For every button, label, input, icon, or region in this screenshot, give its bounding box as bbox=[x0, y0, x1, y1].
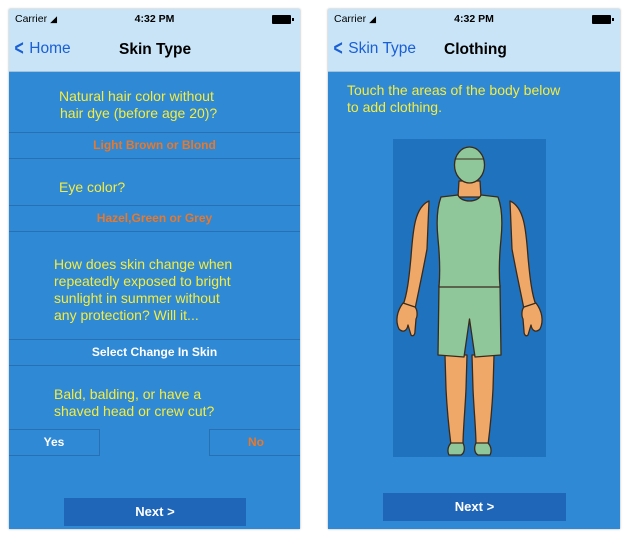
clothing-screen: Carrier ◢ 4:32 PM < Skin Type Clothing To… bbox=[328, 9, 620, 529]
clothing-instruction: Touch the areas of the body below to add… bbox=[347, 82, 620, 116]
question-line: shaved head or crew cut? bbox=[54, 403, 215, 419]
question-line: hair dye (before age 20)? bbox=[60, 105, 218, 121]
chevron-left-icon: < bbox=[14, 37, 24, 60]
back-button[interactable]: < Skin Type bbox=[332, 37, 417, 60]
question-line: How does skin change when bbox=[54, 256, 233, 272]
question-line: repeatedly exposed to bright bbox=[54, 273, 231, 289]
back-label: Skin Type bbox=[348, 40, 417, 57]
body-figure[interactable] bbox=[393, 139, 546, 457]
left-leg bbox=[444, 354, 468, 446]
instruction-line: to add clothing. bbox=[347, 99, 442, 115]
nav-bar: < Home Skin Type bbox=[9, 31, 300, 72]
yes-button[interactable]: Yes bbox=[9, 429, 100, 456]
right-foot bbox=[474, 442, 492, 456]
chevron-left-icon: < bbox=[333, 37, 343, 60]
status-bar: Carrier ◢ 4:32 PM bbox=[9, 9, 300, 31]
question-bald: Bald, balding, or have a shaved head or … bbox=[54, 386, 300, 420]
skin-change-select[interactable]: Select Change In Skin bbox=[9, 339, 300, 366]
skin-type-screen: Carrier ◢ 4:32 PM < Home Skin Type Natura… bbox=[9, 9, 300, 529]
status-time: 4:32 PM bbox=[454, 13, 494, 25]
back-button[interactable]: < Home bbox=[13, 37, 71, 60]
page-title: Skin Type bbox=[119, 41, 192, 58]
question-hair-color: Natural hair color without hair dye (bef… bbox=[59, 88, 300, 122]
status-time: 4:32 PM bbox=[134, 13, 175, 25]
back-label: Home bbox=[29, 40, 71, 57]
hair-color-answer[interactable]: Light Brown or Blond bbox=[9, 132, 300, 159]
right-hand bbox=[521, 302, 543, 337]
left-arm bbox=[402, 200, 430, 310]
battery-icon bbox=[592, 15, 614, 24]
next-button[interactable]: Next > bbox=[64, 498, 246, 526]
right-arm bbox=[509, 200, 537, 310]
question-eye-color: Eye color? bbox=[59, 179, 126, 195]
eye-color-answer[interactable]: Hazel,Green or Grey bbox=[9, 205, 300, 232]
left-foot bbox=[447, 442, 465, 456]
question-line: any protection? Will it... bbox=[54, 307, 199, 323]
battery-icon bbox=[272, 15, 294, 24]
right-leg bbox=[471, 354, 495, 446]
question-line: sunlight in summer without bbox=[54, 290, 220, 306]
nav-bar: < Skin Type Clothing bbox=[328, 31, 620, 72]
instruction-line: Touch the areas of the body below bbox=[347, 82, 561, 98]
head bbox=[453, 146, 486, 184]
no-button[interactable]: No bbox=[209, 429, 300, 456]
status-bar: Carrier ◢ 4:32 PM bbox=[328, 9, 620, 31]
shirt bbox=[436, 194, 503, 288]
body-diagram-panel[interactable] bbox=[393, 139, 546, 457]
left-hand bbox=[396, 302, 418, 337]
shorts bbox=[437, 284, 502, 358]
next-button[interactable]: Next > bbox=[383, 493, 566, 521]
question-line: Natural hair color without bbox=[59, 88, 214, 104]
question-line: Bald, balding, or have a bbox=[54, 386, 202, 402]
question-skin-change: How does skin change when repeatedly exp… bbox=[54, 256, 300, 324]
page-title: Clothing bbox=[444, 41, 507, 58]
